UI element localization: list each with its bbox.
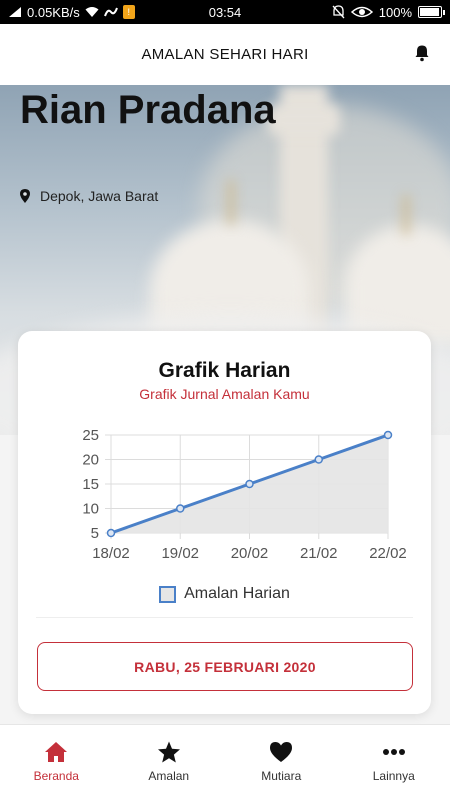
data-point	[245, 479, 254, 489]
app-title: AMALAN SEHARI HARI	[141, 46, 309, 63]
battery-icon	[418, 6, 445, 18]
eye-icon	[350, 6, 373, 18]
wifi-icon	[85, 7, 99, 17]
battery-fill	[420, 8, 439, 16]
nav-item-beranda[interactable]: Beranda	[0, 725, 113, 800]
x-tick-label: 22/02	[369, 545, 407, 562]
legend-swatch	[159, 585, 177, 603]
data-point	[383, 430, 393, 440]
y-tick-label: 20	[82, 452, 99, 469]
data-point	[314, 455, 323, 464]
nav-item-lainnya[interactable]: Lainnya	[338, 725, 450, 800]
daily-chart-card: Grafik Harian Grafik Jurnal Amalan Kamu …	[18, 331, 431, 714]
nav-item-mutiara[interactable]: Mutiara	[225, 725, 338, 800]
divider	[36, 617, 413, 618]
location: Depok, Jawa Barat	[20, 188, 158, 204]
x-tick-label: 18/02	[92, 545, 130, 562]
line-chart: 5 10 15 20 25 18/02 19/02 20/02 21/02 22/02	[82, 427, 407, 562]
date-button[interactable]: RABU, 25 FEBRUARI 2020	[37, 642, 413, 691]
finial-shape	[228, 180, 234, 225]
app-notification-icon	[103, 7, 118, 17]
data-point	[106, 528, 116, 538]
bell-icon[interactable]	[414, 44, 430, 62]
star-icon	[157, 741, 180, 763]
battery-percent: 100%	[378, 4, 412, 20]
status-right: 100%	[332, 4, 445, 20]
nav-label: Lainnya	[372, 769, 415, 783]
y-tick-label: 25	[82, 427, 99, 444]
nav-label: Beranda	[33, 769, 79, 783]
nav-item-amalan[interactable]: Amalan	[113, 725, 226, 800]
mute-bell-icon	[332, 5, 345, 19]
more-icon	[382, 749, 405, 755]
network-speed: 0.05KB/s	[27, 4, 80, 20]
location-text: Depok, Jawa Barat	[40, 188, 159, 204]
data-point	[176, 504, 185, 513]
x-tick-label: 21/02	[300, 545, 338, 562]
card-title: Grafik Harian	[158, 359, 291, 382]
nav-label: Amalan	[148, 769, 190, 783]
y-tick-label: 5	[91, 525, 99, 542]
legend-label: Amalan Harian	[184, 585, 290, 602]
card-subtitle: Grafik Jurnal Amalan Kamu	[139, 386, 310, 402]
x-tick-label: 19/02	[161, 545, 199, 562]
y-tick-label: 15	[82, 476, 99, 493]
heart-icon	[270, 742, 293, 762]
finial-shape-right	[403, 195, 409, 235]
app-header: AMALAN SEHARI HARI	[0, 24, 450, 85]
app-badge-icon: !	[122, 5, 135, 19]
home-icon	[45, 742, 68, 762]
bottom-navigation: Beranda Amalan Mutiara Lainnya	[0, 724, 450, 800]
user-name: Rian Pradana	[20, 88, 276, 132]
x-tick-label: 20/02	[231, 545, 269, 562]
status-bar: 0.05KB/s ! 03:54 100%	[0, 0, 450, 24]
nav-label: Mutiara	[261, 769, 302, 783]
chart-legend[interactable]: Amalan Harian	[18, 585, 431, 603]
signal-icon	[9, 7, 21, 17]
y-tick-label: 10	[82, 501, 99, 518]
map-pin-icon	[20, 189, 30, 203]
status-left: 0.05KB/s !	[8, 5, 332, 20]
